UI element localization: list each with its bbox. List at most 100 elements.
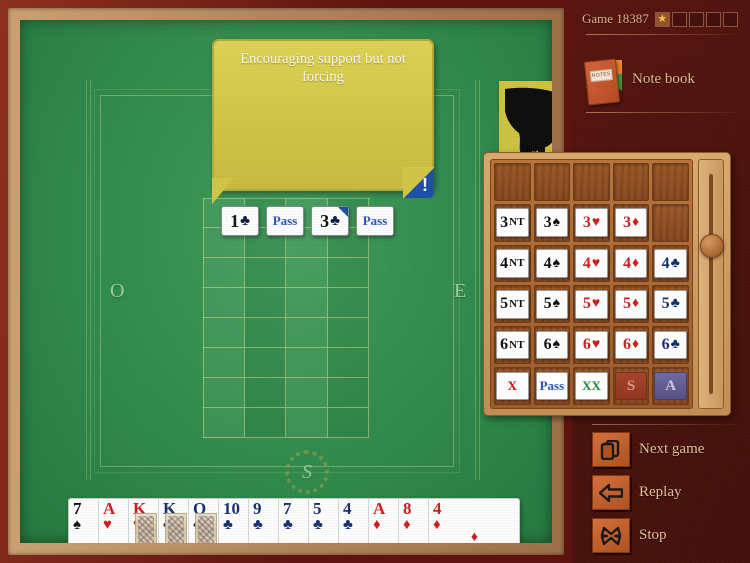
bidding-box-slot[interactable]: 6 ♥ xyxy=(573,326,610,365)
bid-grid-cell xyxy=(203,348,245,378)
bidding-box-slot[interactable]: 4 ♦ xyxy=(612,244,650,283)
hand-card[interactable]: K♥ xyxy=(129,499,159,543)
bid-option-card[interactable]: 5 ♦ xyxy=(614,290,648,319)
bid-option-card[interactable]: 6 ♣ xyxy=(654,330,687,360)
bid-option-card[interactable]: 6 ♠ xyxy=(535,330,569,360)
notebook-button[interactable]: NOTES Note book xyxy=(580,50,744,108)
hand-card[interactable]: 4 ♣ xyxy=(339,499,369,543)
difficulty-star xyxy=(688,11,704,27)
action-next-game-button[interactable]: Next game xyxy=(592,432,744,467)
bid-option-card[interactable]: 3 ♥ xyxy=(575,208,608,237)
bidding-box-slot[interactable]: 6 NT xyxy=(494,326,531,365)
bidding-box-slot[interactable]: XX xyxy=(573,367,610,405)
bid-option-xx[interactable]: XX xyxy=(575,371,608,401)
bidding-box-slot[interactable]: 6 ♦ xyxy=(612,326,650,365)
bidding-box-slot[interactable]: 4 NT xyxy=(494,244,531,283)
played-bid-pass[interactable]: Pass xyxy=(266,206,304,236)
bidding-box-slot[interactable]: 3 ♠ xyxy=(533,203,571,242)
hand-card[interactable]: 4♦♦4 xyxy=(429,499,483,543)
bidding-box-slot[interactable]: X xyxy=(494,367,531,405)
exclamation-icon: ! xyxy=(422,175,428,195)
bid-suit-icon: ♣ xyxy=(670,255,680,271)
bid-option-card[interactable]: 6 NT xyxy=(496,330,529,360)
slider-knob[interactable] xyxy=(700,234,724,258)
played-bid-pass[interactable]: Pass xyxy=(356,206,394,236)
bid-option-card[interactable]: 3 ♦ xyxy=(614,208,648,237)
bid-suit-icon: ♣ xyxy=(670,296,680,312)
bid-option-card[interactable]: 5 ♣ xyxy=(654,290,687,319)
bid-suit-icon: ♥ xyxy=(591,255,601,271)
pointing-hand-tile[interactable] xyxy=(499,81,552,159)
felt-left-line xyxy=(86,80,87,480)
bid-option-card[interactable]: 4 ♣ xyxy=(654,249,687,278)
hand-card[interactable]: 8 ♦ xyxy=(399,499,429,543)
bid-grid-cell xyxy=(286,318,328,348)
played-bid-card[interactable]: 3 ♣ xyxy=(311,206,349,236)
bidding-box-row xyxy=(494,163,689,201)
played-bid-card[interactable]: 1 ♣ xyxy=(221,206,259,236)
action-replay-button[interactable]: Replay xyxy=(592,475,744,510)
bidding-box-slot[interactable]: Pass xyxy=(533,367,571,405)
hand-card[interactable]: 7 ♣ xyxy=(279,499,309,543)
bidding-box-slot[interactable]: 6 ♣ xyxy=(652,326,689,365)
bid-option-a[interactable]: A xyxy=(654,371,687,401)
tooltip-alert-badge[interactable]: ! xyxy=(403,167,434,198)
bid-option-card[interactable]: 4 NT xyxy=(496,249,529,278)
bidding-box-slot[interactable]: 3 ♥ xyxy=(573,203,610,242)
bidding-box-slot[interactable]: 4 ♣ xyxy=(652,244,689,283)
bid-option-card[interactable]: 3 NT xyxy=(496,208,529,237)
bidding-box-scroll-slider[interactable] xyxy=(698,159,724,409)
bid-option-pass[interactable]: Pass xyxy=(535,371,569,401)
bidding-box-slot[interactable]: 5 ♦ xyxy=(612,285,650,324)
hand-card[interactable]: 9 ♣ xyxy=(249,499,279,543)
action-stop-button[interactable]: Stop xyxy=(592,518,744,553)
bidding-box-slot[interactable]: S xyxy=(612,367,650,405)
hand-card[interactable]: 5 ♣ xyxy=(309,499,339,543)
bid-grid-cell xyxy=(203,378,245,408)
bid-option-card[interactable]: 4 ♥ xyxy=(575,249,608,278)
bid-option-card[interactable]: 4 ♦ xyxy=(614,249,648,278)
bid-explanation-tooltip[interactable]: Encouraging support but not forcing xyxy=(212,39,434,191)
bidding-box-slot[interactable]: 4 ♠ xyxy=(533,244,571,283)
hand-card[interactable]: Q♣ xyxy=(189,499,219,543)
bidding-box-slot[interactable]: 6 ♠ xyxy=(533,326,571,365)
bidding-box-slot[interactable]: 3 NT xyxy=(494,203,531,242)
bid-option-card[interactable]: 4 ♠ xyxy=(535,249,569,278)
bidding-box-slot[interactable]: 5 ♣ xyxy=(652,285,689,324)
bid-option-card[interactable]: 5 ♥ xyxy=(575,290,608,319)
bidding-box-slot[interactable]: A xyxy=(652,367,689,405)
left-arrow-icon xyxy=(592,475,630,510)
bid-option-s[interactable]: S xyxy=(614,371,648,401)
bid-level: 3 xyxy=(543,213,552,231)
hand-card[interactable]: A ♥ xyxy=(99,499,129,543)
hand-card[interactable]: A ♦ xyxy=(369,499,399,543)
bidding-box-row: 3 NT 3 ♠ 3 ♥ 3 ♦ xyxy=(494,203,689,242)
card-rank: 10 xyxy=(223,499,240,518)
bid-option-card[interactable]: 6 ♦ xyxy=(614,330,648,360)
bid-grid-cell xyxy=(327,378,369,408)
bid-option-card[interactable]: 5 ♠ xyxy=(535,290,569,319)
bidding-box-slot[interactable]: 5 NT xyxy=(494,285,531,324)
bidding-box-slot[interactable]: 3 ♦ xyxy=(612,203,650,242)
bid-label: Pass xyxy=(272,213,298,228)
bidding-box-slot[interactable]: 4 ♥ xyxy=(573,244,610,283)
bidding-box-slot[interactable]: 5 ♠ xyxy=(533,285,571,324)
bid-note-flag-icon[interactable] xyxy=(338,207,348,217)
bid-option-card[interactable]: 6 ♥ xyxy=(575,330,608,360)
bid-level: 6 xyxy=(582,336,591,354)
bid-option-card[interactable]: 5 NT xyxy=(496,290,529,319)
hand-card[interactable]: 10 ♣ xyxy=(219,499,249,543)
card-suit-icon: ♣ xyxy=(313,517,323,533)
bidding-box[interactable]: 3 NT 3 ♠ 3 ♥ 3 ♦ 4 NT 4 ♠ 4 ♥ 4 ♦ 4 ♣ 5 NT 5 ♠ 5 ♥ 5 ♦ 5 ♣ 6 NT 6 ♠ 6 ♥ 6 ♦… xyxy=(483,152,731,416)
bidding-box-slot[interactable]: 5 ♥ xyxy=(573,285,610,324)
bid-grid-cell xyxy=(286,348,328,378)
player-hand[interactable]: 7♠A♥K♥K♣Q♣10♣9♣7♣5♣4♣A♦8♦4♦♦4 xyxy=(68,498,520,543)
bid-grid-cell xyxy=(327,318,369,348)
bid-suit-icon: ♠ xyxy=(552,337,561,353)
bid-option-card[interactable]: 3 ♠ xyxy=(535,208,569,237)
table-felt[interactable]: O E S 1 ♣ Pass 3 ♣ Pass Encouraging support b… xyxy=(20,20,552,543)
card-suit-icon: ♣ xyxy=(223,517,233,533)
bid-option-x[interactable]: X xyxy=(496,371,529,401)
hand-card[interactable]: K♣ xyxy=(159,499,189,543)
hand-card[interactable]: 7 ♠ xyxy=(69,499,99,543)
